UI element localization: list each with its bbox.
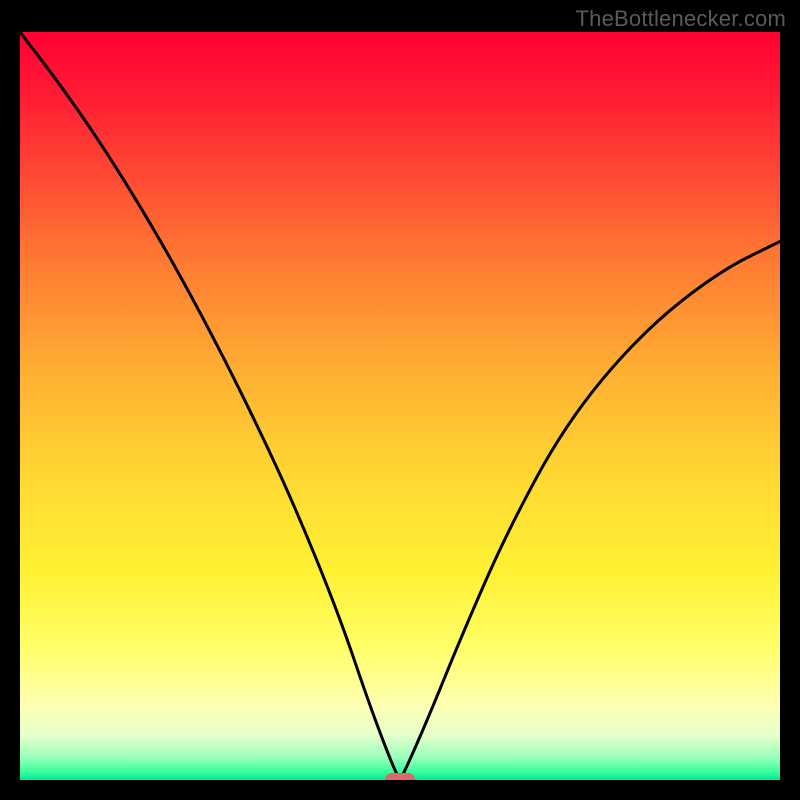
plot-area	[20, 32, 780, 780]
attribution-label: TheBottlenecker.com	[576, 6, 786, 32]
curve-path	[20, 32, 780, 776]
chart-frame: TheBottlenecker.com	[0, 0, 800, 800]
optimal-marker	[385, 773, 415, 780]
bottleneck-curve	[20, 32, 780, 780]
